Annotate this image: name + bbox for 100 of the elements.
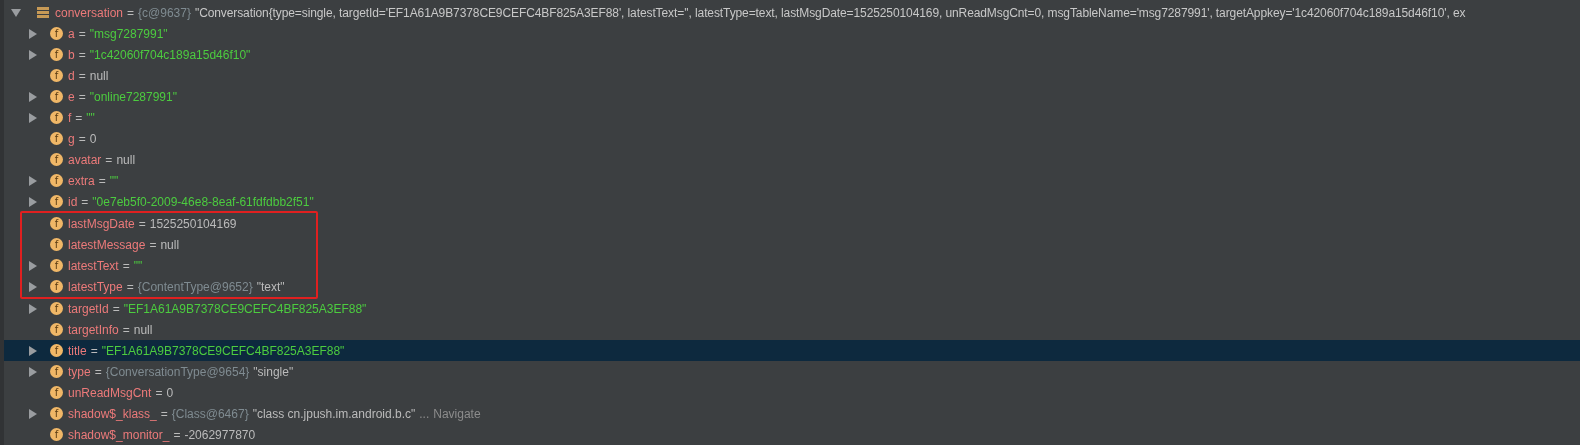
variable-value: null: [133, 322, 153, 337]
equals-sign: =: [122, 258, 130, 273]
variable-value: "0e7eb5f0-2009-46e8-8eaf-61fdfdbb2f51": [92, 194, 314, 209]
variable-name: lastMsgDate: [68, 216, 135, 231]
variable-name: a: [68, 26, 75, 41]
type-reference: {ConversationType@9654}: [105, 364, 250, 379]
variable-value: "Conversation{type=single, targetId='EF1A61A9B7378CE9CEFC4BF825A3EF88', latestText='', latestType=text, lastMsgDate=1525250104169, unReadMsgCnt=0, msgTableName='msg7287991', targetAppkey='1c42060f704c189a15d46f10', ex: [194, 5, 1466, 20]
field-icon: f: [50, 323, 63, 336]
field-icon: f: [50, 259, 63, 272]
tree-row[interactable]: f id = "0e7eb5f0-2009-46e8-8eaf-61fdfdbb2f51": [4, 191, 1580, 212]
expand-arrow-icon[interactable]: [29, 175, 37, 186]
expand-arrow-icon[interactable]: [29, 28, 37, 39]
field-icon: f: [50, 153, 63, 166]
tree-row[interactable]: f latestText = "": [22, 255, 316, 276]
variable-value: 0: [89, 131, 97, 146]
expand-arrow-icon[interactable]: [29, 281, 37, 292]
variable-name: shadow$_monitor_: [68, 427, 170, 442]
variable-name: f: [68, 110, 72, 125]
tree-row[interactable]: f type = {ConversationType@9654} "single": [4, 361, 1580, 382]
field-icon: f: [50, 217, 63, 230]
expand-arrow-icon[interactable]: [29, 91, 37, 102]
equals-sign: =: [78, 47, 86, 62]
field-icon: f: [50, 69, 63, 82]
equals-sign: =: [78, 26, 86, 41]
equals-sign: =: [78, 131, 86, 146]
expand-arrow-icon[interactable]: [29, 408, 37, 419]
variable-name: b: [68, 47, 75, 62]
equals-sign: =: [155, 385, 163, 400]
field-icon: f: [50, 90, 63, 103]
expand-arrow-icon[interactable]: [29, 345, 37, 356]
variable-value: "EF1A61A9B7378CE9CEFC4BF825A3EF88": [123, 301, 367, 316]
field-icon: f: [50, 302, 63, 315]
field-icon: f: [50, 132, 63, 145]
tree-row[interactable]: f f = "": [4, 107, 1580, 128]
variable-name: id: [68, 194, 78, 209]
tree-row[interactable]: f latestType = {ContentType@9652} "text": [22, 276, 316, 297]
equals-sign: =: [105, 152, 113, 167]
tree-row[interactable]: f latestMessage = null: [22, 234, 316, 255]
field-icon: f: [50, 365, 63, 378]
variable-name: title: [68, 343, 87, 358]
expand-arrow-icon[interactable]: [29, 49, 37, 60]
variable-value: "text": [256, 279, 285, 294]
variable-value: "class cn.jpush.im.android.b.c": [252, 406, 416, 421]
variable-name: latestType: [68, 279, 123, 294]
navigate-link[interactable]: Navigate: [433, 406, 481, 421]
collapse-arrow-icon[interactable]: [11, 8, 21, 17]
equals-sign: =: [173, 427, 181, 442]
variable-name: shadow$_klass_: [68, 406, 157, 421]
variable-value: "EF1A61A9B7378CE9CEFC4BF825A3EF88": [101, 343, 345, 358]
tree-row[interactable]: f shadow$_monitor_ = -2062977870: [4, 424, 1580, 445]
tree-row[interactable]: f g = 0: [4, 128, 1580, 149]
tree-row[interactable]: f a = "msg7287991": [4, 23, 1580, 44]
expand-arrow-icon[interactable]: [29, 260, 37, 271]
tree-row[interactable]: f extra = "": [4, 170, 1580, 191]
equals-sign: =: [160, 406, 168, 421]
tree-row[interactable]: f targetId = "EF1A61A9B7378CE9CEFC4BF825A3EF88": [4, 298, 1580, 319]
tree-row[interactable]: f unReadMsgCnt = 0: [4, 382, 1580, 403]
field-icon: f: [50, 27, 63, 40]
variable-name: unReadMsgCnt: [68, 385, 152, 400]
tree-row[interactable]: f shadow$_klass_ = {Class@6467} "class cn.jpush.im.android.b.c" ... Navigate: [4, 403, 1580, 424]
tree-row[interactable]: f b = "1c42060f704c189a15d46f10": [4, 44, 1580, 65]
tree-row[interactable]: f e = "online7287991": [4, 86, 1580, 107]
variable-value: null: [160, 237, 180, 252]
expand-arrow-icon[interactable]: [29, 196, 37, 207]
variable-value: null: [89, 68, 109, 83]
field-icon: f: [50, 344, 63, 357]
variable-value: "": [86, 110, 95, 125]
tree-row[interactable]: f lastMsgDate = 1525250104169: [22, 213, 316, 234]
ellipsis: ...: [419, 406, 430, 421]
variable-name: latestText: [68, 258, 119, 273]
variable-value: "single": [253, 364, 294, 379]
variable-value: -2062977870: [184, 427, 256, 442]
variable-name: conversation: [55, 5, 124, 20]
tree-row[interactable]: f targetInfo = null: [4, 319, 1580, 340]
equals-sign: =: [127, 5, 135, 20]
type-reference: {Class@6467}: [171, 406, 249, 421]
variable-value: 0: [166, 385, 174, 400]
variable-name: targetInfo: [68, 322, 119, 337]
tree-row[interactable]: f avatar = null: [4, 149, 1580, 170]
field-icon: f: [50, 195, 63, 208]
equals-sign: =: [78, 68, 86, 83]
variable-value: null: [116, 152, 136, 167]
tree-row[interactable]: f title = "EF1A61A9B7378CE9CEFC4BF825A3EF88": [4, 340, 1580, 361]
equals-sign: =: [98, 173, 106, 188]
type-reference: {ContentType@9652}: [137, 279, 253, 294]
expand-arrow-icon[interactable]: [29, 303, 37, 314]
tree-row[interactable]: f d = null: [4, 65, 1580, 86]
variable-value: "": [109, 173, 119, 188]
variable-name: avatar: [68, 152, 102, 167]
field-icon: f: [50, 386, 63, 399]
field-icon: f: [50, 111, 63, 124]
equals-sign: =: [75, 110, 83, 125]
object-icon: [37, 7, 49, 18]
equals-sign: =: [81, 194, 89, 209]
variable-name: latestMessage: [68, 237, 146, 252]
field-icon: f: [50, 428, 63, 441]
equals-sign: =: [94, 364, 102, 379]
variable-name: targetId: [68, 301, 109, 316]
expand-arrow-icon[interactable]: [29, 112, 37, 123]
expand-arrow-icon[interactable]: [29, 366, 37, 377]
